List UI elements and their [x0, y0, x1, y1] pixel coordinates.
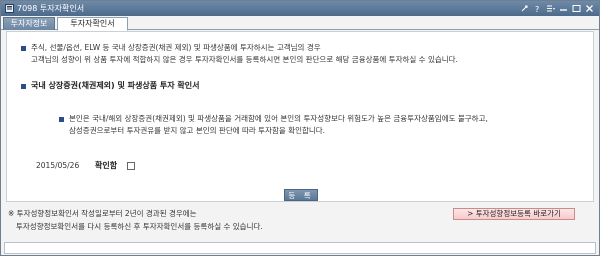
tab-bar: 투자자정보 투자자확인서 [1, 16, 599, 31]
register-button[interactable]: 등 록 [284, 189, 318, 201]
svg-text:?: ? [535, 5, 539, 13]
bullet-icon [59, 117, 64, 122]
maximize-icon[interactable] [571, 3, 582, 14]
bullet-icon [21, 46, 26, 51]
status-bar [4, 242, 596, 254]
footer-note-line-2: 투자성향정보확인서를 다시 등록하신 후 투자자확인서를 등록하실 수 있습니다… [16, 222, 263, 231]
title-bar[interactable]: 7098 투자자확인서 ? [1, 1, 599, 16]
main-panel: 주식, 선물/옵션, ELW 등 국내 상장증권(채권 제외) 및 파생상품에 … [6, 31, 594, 202]
app-icon [5, 4, 14, 13]
minimize-icon[interactable] [558, 3, 569, 14]
tab-investor-confirmation[interactable]: 투자자확인서 [57, 17, 128, 31]
bullet-icon [21, 84, 26, 89]
intro-line-2: 고객님의 성향이 위 상품 투자에 적합하지 않은 경우 투자자확인서를 등록하… [31, 55, 458, 64]
confirm-checkbox[interactable] [127, 162, 135, 170]
section-heading: 국내 상장증권(채권제외) 및 파생상품 투자 확인서 [31, 81, 200, 90]
section-line-1: 본인은 국내/해외 상장증권(채권제외) 및 파생상품을 거래함에 있어 본인의… [69, 114, 488, 123]
section-line-2: 삼성증권으로부터 투자권유를 받지 않고 본인의 판단에 따라 투자함을 확인합… [69, 126, 326, 135]
confirm-date: 2015/05/26 [36, 161, 80, 170]
tab-investor-info[interactable]: 투자자정보 [3, 17, 55, 30]
window-title: 7098 투자자확인서 [17, 4, 85, 13]
menu-icon[interactable] [545, 3, 556, 14]
help-icon[interactable]: ? [532, 3, 543, 14]
intro-line-1: 주식, 선물/옵션, ELW 등 국내 상장증권(채권 제외) 및 파생상품에 … [31, 43, 321, 52]
confirm-label: 확인함 [95, 161, 118, 170]
window-controls: ? [517, 2, 595, 15]
footer-note-line-1: ※ 투자성향정보확인서 작성일로부터 2년이 경과된 경우에는 [8, 209, 197, 218]
goto-investor-profile-button[interactable]: > 투자성향정보등록 바로가기 [453, 208, 575, 220]
link-icon[interactable] [519, 3, 530, 14]
app-window: 7098 투자자확인서 ? 투자자정보 투자자확인서 주식, 선물/옵션, EL… [0, 0, 600, 256]
close-icon[interactable] [584, 3, 595, 14]
